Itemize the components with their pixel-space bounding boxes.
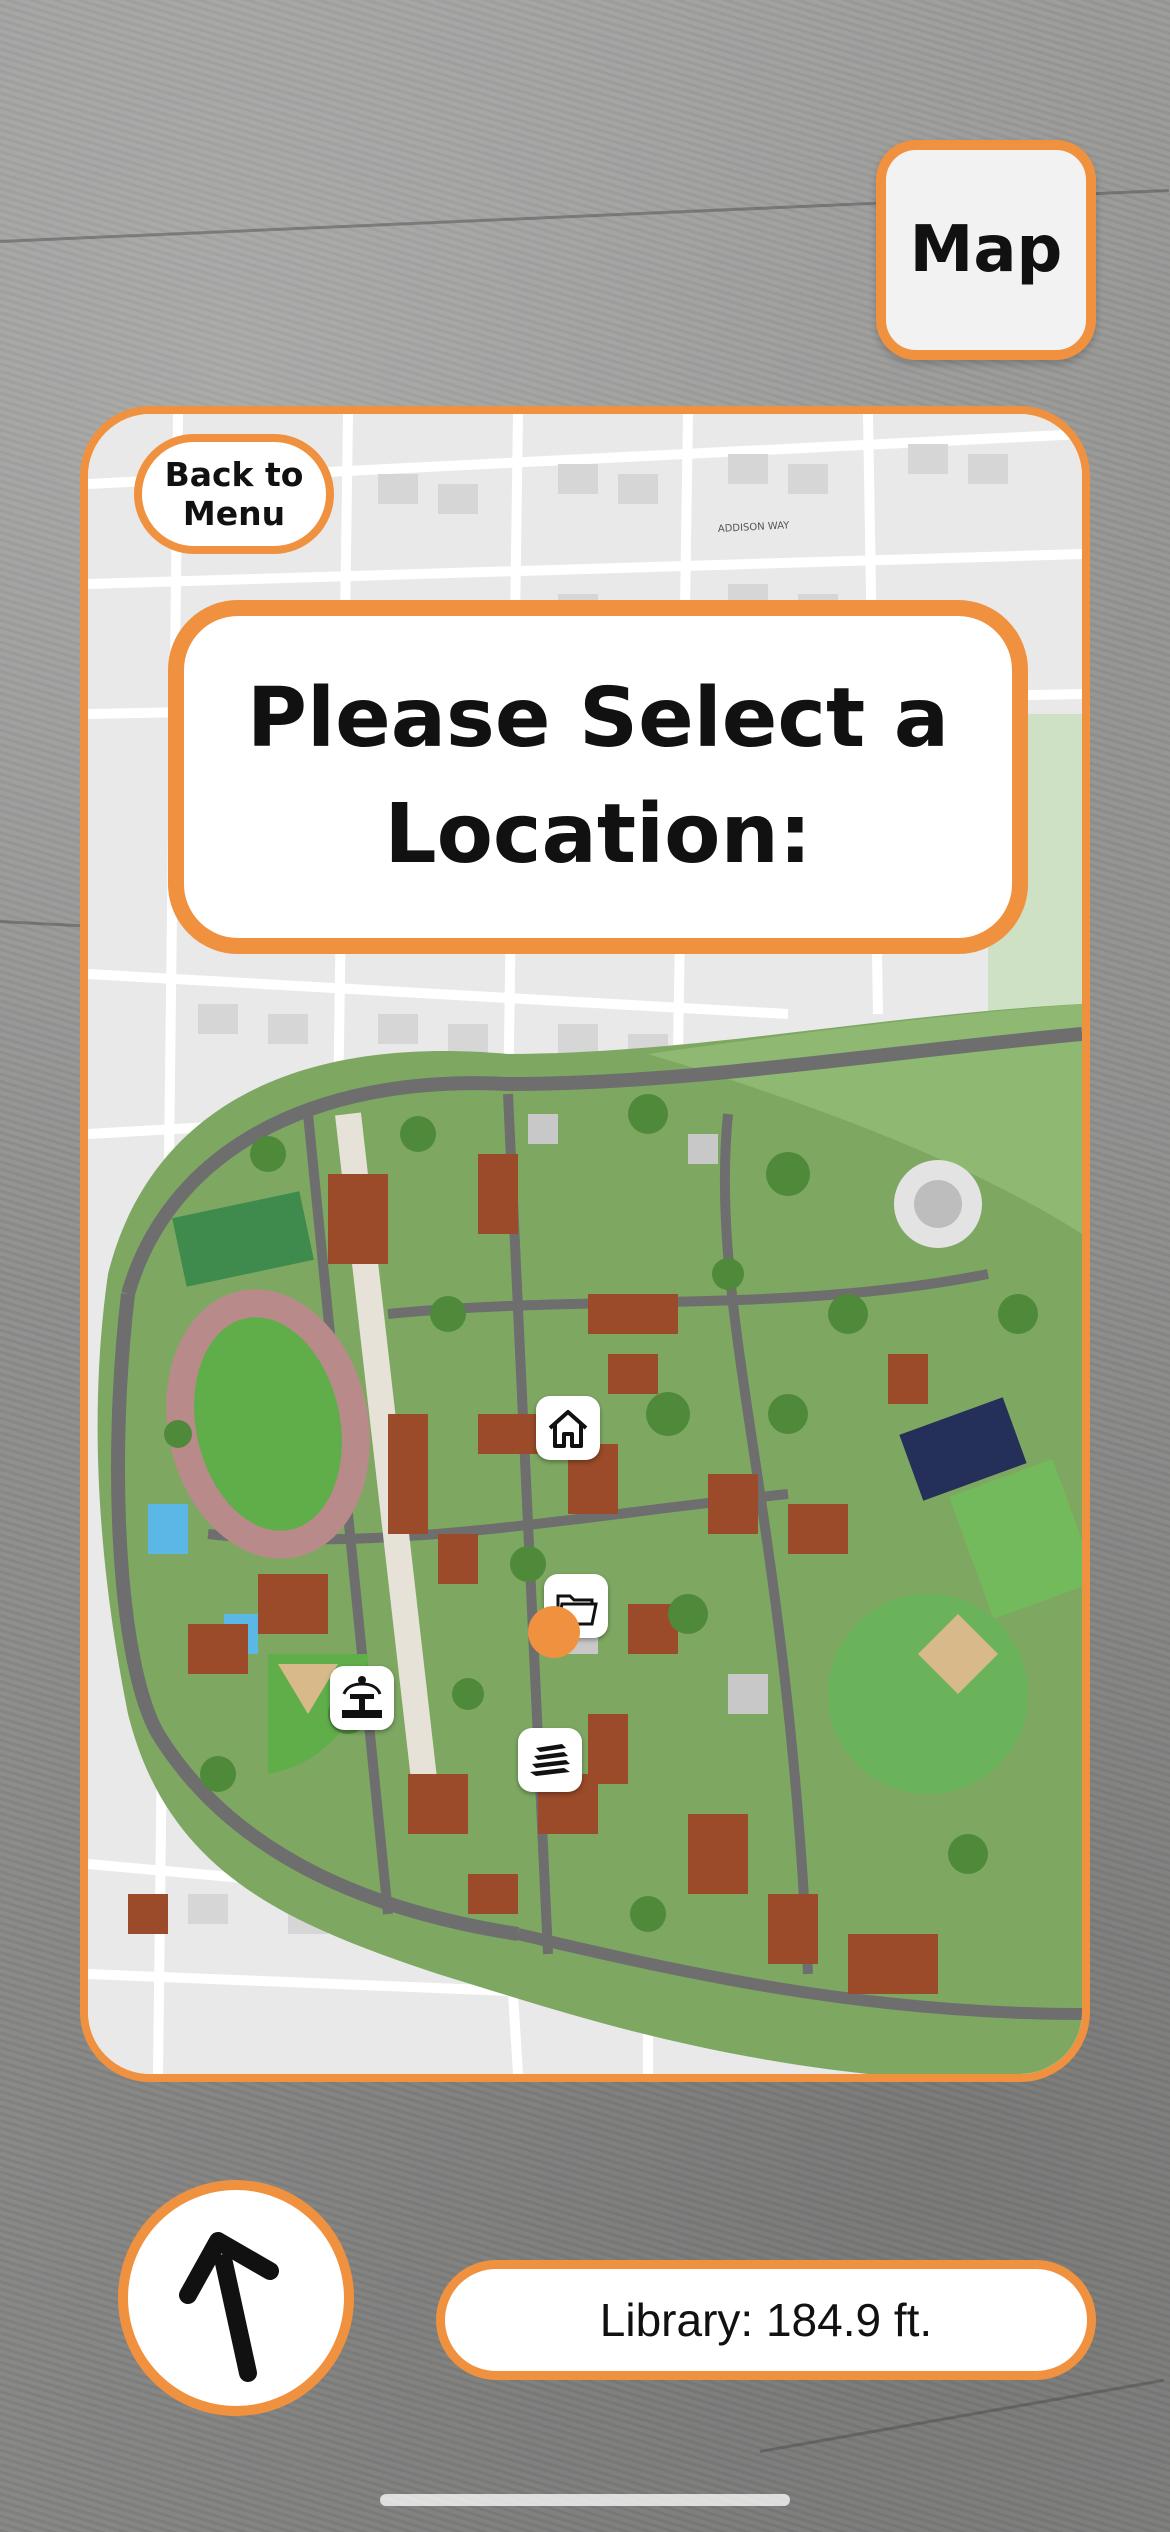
back-to-menu-button[interactable]: Back to Menu <box>134 434 334 554</box>
home-indicator[interactable] <box>380 2494 790 2506</box>
books-location-pin[interactable] <box>518 1728 582 1792</box>
fountain-location-pin[interactable] <box>330 1666 394 1730</box>
campus-map-card: ADDISON WAY Back to Menu Please Select a… <box>80 406 1090 2082</box>
fountain-icon <box>342 1676 382 1718</box>
prompt-text: Please Select a Location: <box>246 671 950 882</box>
home-icon <box>548 1410 588 1448</box>
select-location-prompt: Please Select a Location: <box>168 600 1028 954</box>
current-location-dot <box>528 1606 580 1658</box>
books-icon <box>530 1744 570 1776</box>
arrow-up-icon <box>179 2232 279 2382</box>
map-button[interactable]: Map <box>876 140 1096 360</box>
home-location-pin[interactable] <box>536 1396 600 1460</box>
distance-readout: Library: 184.9 ft. <box>436 2260 1096 2380</box>
direction-arrow-button[interactable] <box>118 2180 354 2416</box>
